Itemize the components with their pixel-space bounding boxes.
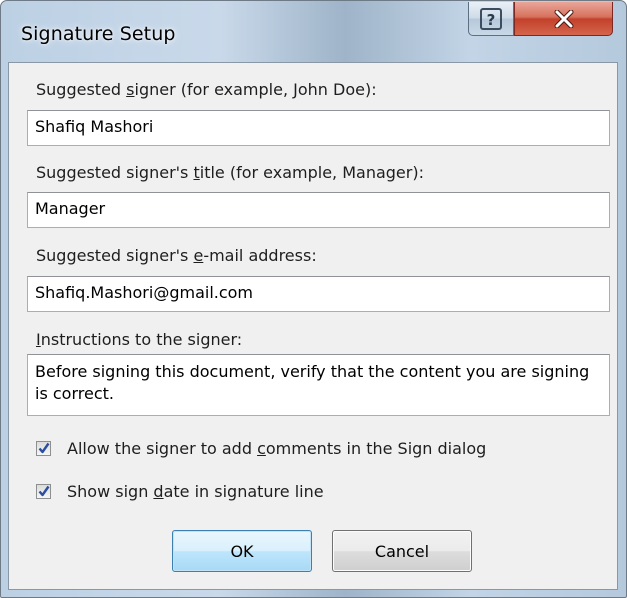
allow-comments-checkbox[interactable]	[36, 440, 51, 456]
allow-comments-label: Allow the signer to add comments in the …	[67, 438, 487, 458]
checkmark-icon	[38, 442, 50, 453]
signer-name-label: Suggested signer (for example, John Doe)…	[36, 80, 377, 99]
ok-button[interactable]: OK	[172, 530, 312, 572]
close-button[interactable]	[514, 2, 613, 36]
dialog-title: Signature Setup	[21, 23, 176, 45]
signer-title-label: Suggested signer's title (for example, M…	[36, 163, 424, 182]
cancel-button[interactable]: Cancel	[332, 530, 472, 572]
allow-comments-option[interactable]: Allow the signer to add comments in the …	[36, 437, 486, 459]
signer-email-label: Suggested signer's e-mail address:	[36, 246, 317, 265]
help-button[interactable]: ?	[468, 2, 514, 36]
show-sign-date-checkbox[interactable]	[36, 483, 51, 499]
signer-title-input[interactable]: Manager	[27, 192, 610, 228]
help-question-icon: ?	[480, 7, 502, 30]
instructions-input[interactable]: Before signing this document, verify tha…	[27, 354, 610, 416]
signer-email-input[interactable]: Shafiq.Mashori@gmail.com	[27, 276, 610, 312]
instructions-label: Instructions to the signer:	[36, 330, 243, 349]
show-sign-date-label: Show sign date in signature line	[67, 481, 324, 501]
show-sign-date-option[interactable]: Show sign date in signature line	[36, 480, 324, 502]
title-bar[interactable]: Signature Setup ?	[1, 1, 626, 63]
checkmark-icon	[38, 485, 50, 496]
close-x-icon	[554, 9, 573, 28]
signer-name-input[interactable]: Shafiq Mashori	[27, 110, 610, 146]
